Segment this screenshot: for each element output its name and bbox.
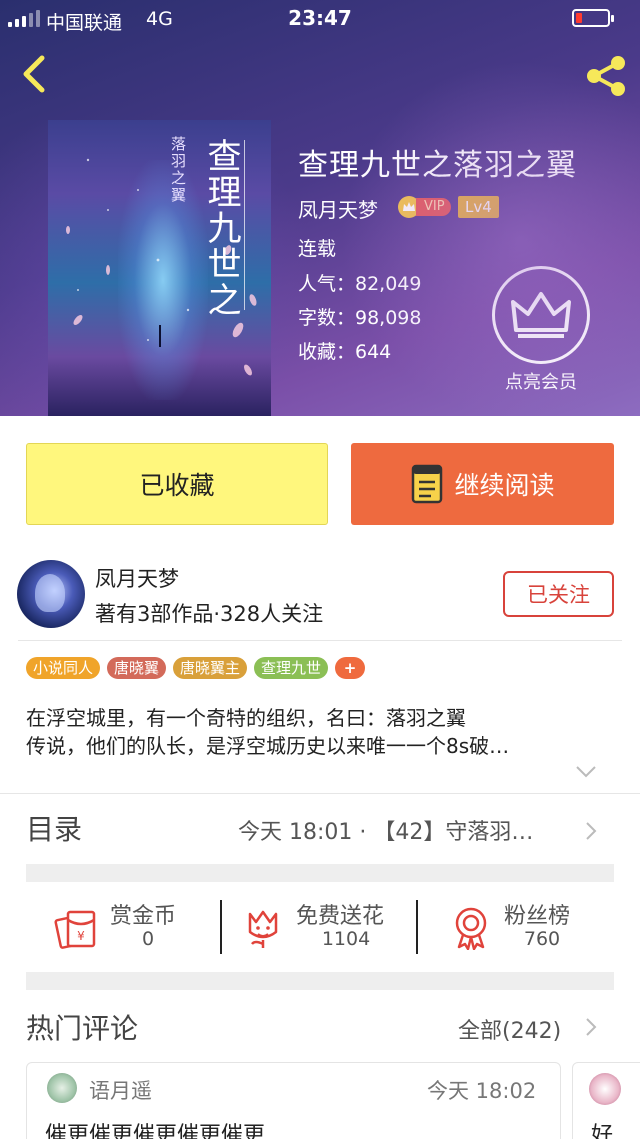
crown-small-icon [398,196,420,218]
battery-icon [572,9,614,27]
stat-label: 粉丝榜 [504,904,571,929]
medal-icon [455,907,487,950]
flower-icon [248,910,278,948]
stat-value: 0 [141,928,155,950]
book-description[interactable]: 在浮空城里，有一个奇特的组织，名曰：落羽之翼 传说，他们的队长，是浮空城历史以来… [26,704,616,760]
follow-button[interactable]: 已关注 [503,571,614,617]
section-spacer [26,972,614,990]
tag-list: 小说同人 唐晓翼 唐晓翼主 查理九世 + [26,657,366,679]
divider [220,900,222,954]
back-button[interactable] [14,52,54,96]
chevron-down-icon[interactable] [574,764,598,780]
commenter-avatar[interactable] [589,1073,621,1105]
comment-card[interactable]: 好 [572,1062,640,1139]
member-button[interactable] [492,266,590,364]
divider [18,640,622,641]
vip-badge: VIP [398,196,451,218]
level-badge: Lv4 [458,196,499,218]
commenter-name[interactable]: 语月遥 [89,1075,152,1105]
author-name[interactable]: 凤月天梦 [95,563,179,593]
tag-item[interactable]: 查理九世 [254,657,329,679]
popularity-count: 人气：82,049 [298,273,422,295]
chevron-right-icon[interactable] [584,1016,598,1038]
tag-item[interactable]: 小说同人 [26,657,101,679]
description-line: 在浮空城里，有一个奇特的组织，名曰：落羽之翼 [26,706,466,730]
vip-label: VIP [416,198,451,216]
chevron-left-icon [23,55,45,93]
svg-text:¥: ¥ [77,929,85,943]
comment-time: 今天 18:02 [427,1079,537,1103]
word-count: 字数：98,098 [298,307,422,329]
comment-card[interactable]: 语月遥 今天 18:02 催更催更催更催更催更 [26,1062,561,1139]
member-label[interactable]: 点亮会员 [490,368,592,394]
continue-reading-label: 继续阅读 [454,471,555,500]
follow-label: 已关注 [527,583,590,607]
commenter-avatar[interactable] [47,1073,77,1103]
comment-text: 催更催更催更催更催更 [45,1123,266,1139]
book-cover[interactable]: 落羽之翼 查理九世之 [48,120,271,416]
share-icon [587,56,625,96]
status-time: 23:47 [288,6,352,30]
crown-icon [511,292,571,338]
comment-text: 好 [591,1123,614,1139]
toc-title[interactable]: 目录 [26,808,82,848]
serial-status: 连载 [298,238,337,260]
continue-reading-button[interactable]: 继续阅读 [351,443,614,525]
hot-comments-title: 热门评论 [26,1012,139,1045]
book-author[interactable]: 凤月天梦 [298,194,378,223]
favorite-label: 已收藏 [139,471,215,500]
cover-subtitle: 落羽之翼 [169,136,187,204]
share-button[interactable] [582,52,630,100]
author-stats: 著有3部作品·328人关注 [95,602,324,626]
chevron-right-icon[interactable] [584,820,598,842]
divider [0,793,640,794]
latest-chapter[interactable]: 今天 18:01 · 【42】守落羽… [238,814,578,846]
book-icon [412,464,443,504]
section-spacer [26,864,614,882]
author-avatar[interactable] [17,560,85,628]
stat-value: 760 [523,928,561,950]
add-tag-button[interactable]: + [335,657,366,679]
divider [416,900,418,954]
favorites-count: 收藏：644 [298,341,392,363]
all-comments-link[interactable]: 全部(242) [458,1013,561,1045]
favorite-button[interactable]: 已收藏 [26,443,328,525]
stat-value: 1104 [321,928,371,950]
stat-label: 赏金币 [110,904,177,929]
book-header: 中国联通 4G 23:47 落羽之翼 查理九世之 查理九世之落羽之翼 凤月天梦 … [0,0,640,416]
description-line: 传说，他们的队长，是浮空城历史以来唯一一个8s破… [26,734,510,758]
stat-label: 免费送花 [296,904,385,929]
book-detail-screen: 中国联通 4G 23:47 落羽之翼 查理九世之 查理九世之落羽之翼 凤月天梦 … [0,0,640,1139]
cover-title: 查理九世之 [201,138,241,318]
tag-item[interactable]: 唐晓翼 [107,657,167,679]
status-bar: 中国联通 4G 23:47 [0,0,640,40]
book-title: 查理九世之落羽之翼 [298,148,577,183]
tag-item[interactable]: 唐晓翼主 [173,657,248,679]
red-envelope-icon: ¥ [54,910,96,949]
